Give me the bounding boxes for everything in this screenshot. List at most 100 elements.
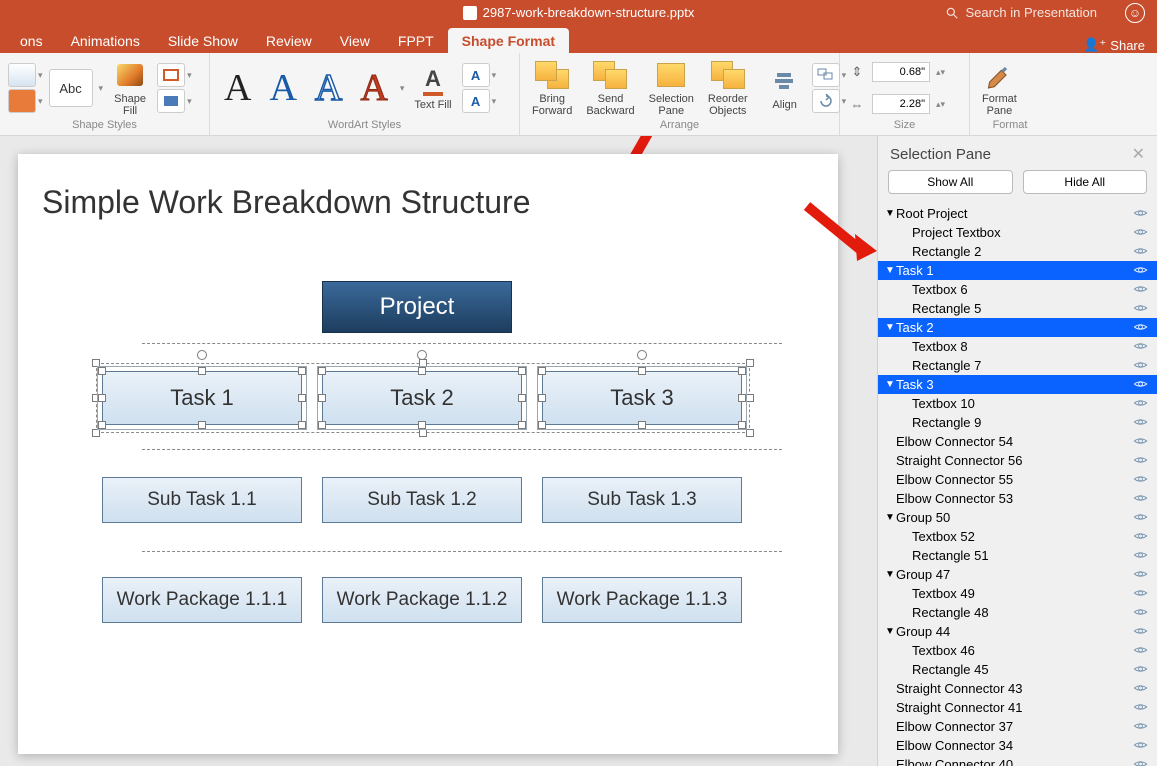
tree-item[interactable]: Textbox 52 — [878, 527, 1157, 546]
visibility-toggle[interactable] — [1131, 225, 1149, 240]
wordart-style-4[interactable]: A — [354, 66, 393, 110]
visibility-toggle[interactable] — [1131, 624, 1149, 639]
reorder-objects-button[interactable]: Reorder Objects — [704, 58, 752, 119]
visibility-toggle[interactable] — [1131, 358, 1149, 373]
shape-subtask-1[interactable]: Sub Task 1.1 — [102, 477, 302, 523]
hide-all-button[interactable]: Hide All — [1023, 170, 1148, 194]
visibility-toggle[interactable] — [1131, 206, 1149, 221]
visibility-toggle[interactable] — [1131, 377, 1149, 392]
shape-task-2[interactable]: Task 2 — [322, 371, 522, 425]
tab-fppt[interactable]: FPPT — [384, 28, 448, 53]
tree-item[interactable]: Straight Connector 43 — [878, 679, 1157, 698]
group-button[interactable] — [812, 63, 840, 87]
slide-canvas[interactable]: Simple Work Breakdown Structure Project … — [0, 136, 877, 766]
shape-task-1[interactable]: Task 1 — [102, 371, 302, 425]
tree-item[interactable]: ▼Task 1 — [878, 261, 1157, 280]
visibility-toggle[interactable] — [1131, 472, 1149, 487]
tree-item[interactable]: Elbow Connector 55 — [878, 470, 1157, 489]
bring-forward-button[interactable]: Bring Forward — [528, 58, 576, 119]
text-effects[interactable]: A — [462, 89, 490, 113]
selection-tree[interactable]: ▼Root ProjectProject TextboxRectangle 2▼… — [878, 204, 1157, 766]
stepper-icon[interactable]: ▴▾ — [936, 67, 945, 78]
visibility-toggle[interactable] — [1131, 491, 1149, 506]
format-pane-button[interactable]: Format Pane — [978, 58, 1021, 119]
visibility-toggle[interactable] — [1131, 757, 1149, 766]
chevron-down-icon[interactable]: ▾ — [99, 83, 104, 94]
align-button[interactable]: Align — [764, 64, 806, 113]
visibility-toggle[interactable] — [1131, 301, 1149, 316]
shape-subtask-2[interactable]: Sub Task 1.2 — [322, 477, 522, 523]
chevron-down-icon[interactable]: ▾ — [400, 83, 405, 94]
tree-item[interactable]: ▼Group 44 — [878, 622, 1157, 641]
tree-item[interactable]: Rectangle 51 — [878, 546, 1157, 565]
text-outline[interactable]: A — [462, 63, 490, 87]
tree-item[interactable]: Rectangle 48 — [878, 603, 1157, 622]
visibility-toggle[interactable] — [1131, 605, 1149, 620]
disclosure-triangle-icon[interactable]: ▼ — [884, 512, 896, 523]
chevron-down-icon[interactable]: ▾ — [187, 96, 192, 107]
tab-review[interactable]: Review — [252, 28, 326, 53]
tab-transitions[interactable]: ons — [6, 28, 57, 53]
chevron-down-icon[interactable]: ▾ — [492, 96, 497, 107]
tab-slide-show[interactable]: Slide Show — [154, 28, 252, 53]
tree-item[interactable]: Elbow Connector 40 — [878, 755, 1157, 766]
visibility-toggle[interactable] — [1131, 263, 1149, 278]
visibility-toggle[interactable] — [1131, 719, 1149, 734]
chevron-down-icon[interactable]: ▾ — [38, 70, 43, 81]
shape-subtask-3[interactable]: Sub Task 1.3 — [542, 477, 742, 523]
visibility-toggle[interactable] — [1131, 700, 1149, 715]
tab-shape-format[interactable]: Shape Format — [448, 28, 569, 53]
disclosure-triangle-icon[interactable]: ▼ — [884, 265, 896, 276]
tree-item[interactable]: Project Textbox — [878, 223, 1157, 242]
close-icon[interactable]: ✕ — [1132, 144, 1145, 164]
shape-style-abc[interactable]: Abc — [49, 69, 93, 107]
visibility-toggle[interactable] — [1131, 548, 1149, 563]
visibility-toggle[interactable] — [1131, 244, 1149, 259]
tree-item[interactable]: Rectangle 2 — [878, 242, 1157, 261]
selection-pane-button[interactable]: Selection Pane — [645, 58, 698, 119]
tree-item[interactable]: Textbox 6 — [878, 280, 1157, 299]
tree-item[interactable]: Textbox 8 — [878, 337, 1157, 356]
tree-item[interactable]: Rectangle 45 — [878, 660, 1157, 679]
visibility-toggle[interactable] — [1131, 586, 1149, 601]
shape-wp-3[interactable]: Work Package 1.1.3 — [542, 577, 742, 623]
stepper-icon[interactable]: ▴▾ — [936, 99, 945, 110]
visibility-toggle[interactable] — [1131, 681, 1149, 696]
wordart-style-1[interactable]: A — [218, 66, 257, 110]
tree-item[interactable]: Elbow Connector 37 — [878, 717, 1157, 736]
style-preset-1[interactable] — [8, 63, 36, 87]
tree-item[interactable]: ▼Group 50 — [878, 508, 1157, 527]
tree-item[interactable]: Textbox 49 — [878, 584, 1157, 603]
tree-item[interactable]: Straight Connector 41 — [878, 698, 1157, 717]
tree-item[interactable]: ▼Task 2 — [878, 318, 1157, 337]
visibility-toggle[interactable] — [1131, 434, 1149, 449]
disclosure-triangle-icon[interactable]: ▼ — [884, 322, 896, 333]
visibility-toggle[interactable] — [1131, 339, 1149, 354]
tree-item[interactable]: Rectangle 9 — [878, 413, 1157, 432]
show-all-button[interactable]: Show All — [888, 170, 1013, 194]
share-button[interactable]: 👤⁺ Share — [1083, 37, 1145, 53]
tab-view[interactable]: View — [326, 28, 384, 53]
tree-item[interactable]: Rectangle 7 — [878, 356, 1157, 375]
tree-item[interactable]: Textbox 46 — [878, 641, 1157, 660]
search-box[interactable]: Search in Presentation — [945, 5, 1097, 20]
visibility-toggle[interactable] — [1131, 529, 1149, 544]
visibility-toggle[interactable] — [1131, 453, 1149, 468]
wordart-style-3[interactable]: A — [309, 66, 348, 110]
chevron-down-icon[interactable]: ▾ — [187, 70, 192, 81]
disclosure-triangle-icon[interactable]: ▼ — [884, 379, 896, 390]
width-input[interactable] — [872, 94, 930, 114]
shape-task-3[interactable]: Task 3 — [542, 371, 742, 425]
slide[interactable]: Simple Work Breakdown Structure Project … — [18, 154, 838, 754]
rotate-button[interactable] — [812, 89, 840, 113]
tree-item[interactable]: Elbow Connector 34 — [878, 736, 1157, 755]
visibility-toggle[interactable] — [1131, 282, 1149, 297]
tree-item[interactable]: Elbow Connector 54 — [878, 432, 1157, 451]
disclosure-triangle-icon[interactable]: ▼ — [884, 626, 896, 637]
visibility-toggle[interactable] — [1131, 320, 1149, 335]
tree-item[interactable]: Rectangle 5 — [878, 299, 1157, 318]
visibility-toggle[interactable] — [1131, 738, 1149, 753]
tree-item[interactable]: Straight Connector 56 — [878, 451, 1157, 470]
tree-item[interactable]: Textbox 10 — [878, 394, 1157, 413]
user-avatar[interactable]: ☺ — [1125, 3, 1145, 23]
